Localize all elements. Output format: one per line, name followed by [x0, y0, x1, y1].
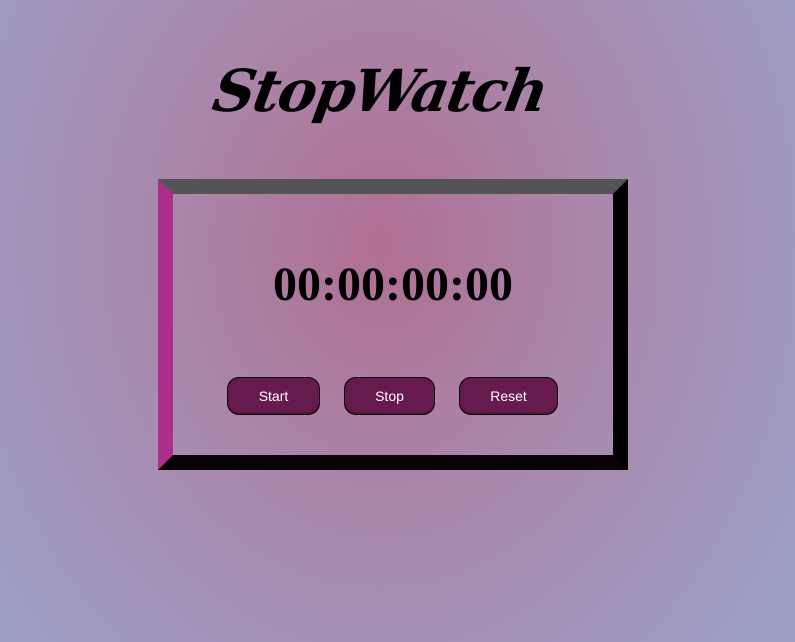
stopwatch-frame: 00:00:00:00 Start Stop Reset: [158, 179, 628, 470]
reset-button[interactable]: Reset: [459, 377, 558, 415]
start-button-label: Start: [258, 388, 289, 404]
time-display: 00:00:00:00: [273, 258, 513, 311]
stop-button[interactable]: Stop: [344, 377, 435, 415]
reset-button-label: Reset: [490, 388, 527, 404]
page-title: StopWatch: [208, 57, 552, 125]
stop-button-label: Stop: [375, 388, 404, 404]
stopwatch-panel: 00:00:00:00 Start Stop Reset: [173, 194, 613, 455]
start-button[interactable]: Start: [227, 377, 320, 415]
